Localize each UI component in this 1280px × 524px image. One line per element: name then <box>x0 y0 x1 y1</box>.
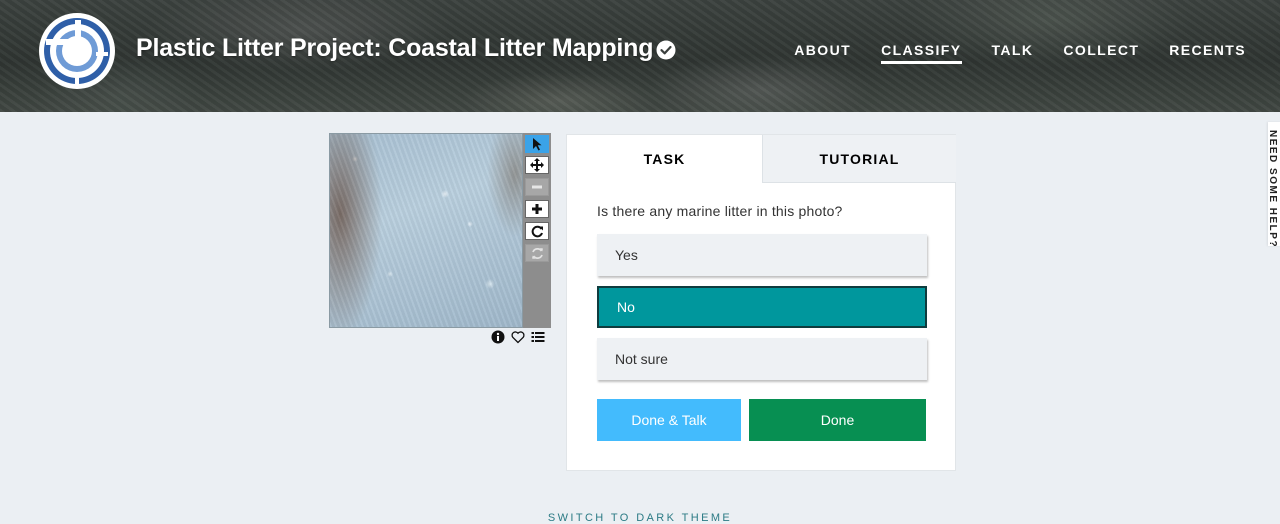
subject-image[interactable] <box>329 133 523 328</box>
info-icon[interactable] <box>491 330 505 344</box>
rotate-button[interactable] <box>525 222 549 240</box>
task-panel: TASK TUTORIAL Is there any marine litter… <box>566 134 956 471</box>
pointer-tool-button[interactable] <box>525 135 549 153</box>
zoom-in-button[interactable] <box>525 200 549 218</box>
pointer-icon <box>533 138 542 151</box>
viewer-toolbar <box>523 133 551 328</box>
rotate-icon <box>531 225 543 237</box>
nav-talk[interactable]: TALK <box>992 42 1034 64</box>
project-header: Plastic Litter Project: Coastal Litter M… <box>0 0 1280 112</box>
tab-tutorial[interactable]: TUTORIAL <box>762 135 956 183</box>
help-side-tab[interactable]: NEED SOME HELP? <box>1267 122 1280 249</box>
reset-view-button[interactable] <box>525 244 549 262</box>
answer-label: No <box>617 299 635 315</box>
project-logo-icon[interactable] <box>38 12 116 90</box>
move-tool-button[interactable] <box>525 156 549 174</box>
switch-theme-link[interactable]: SWITCH TO DARK THEME <box>0 512 1280 524</box>
check-circle-icon <box>656 40 676 60</box>
answer-yes[interactable]: Yes <box>597 234 927 276</box>
project-title[interactable]: Plastic Litter Project: Coastal Litter M… <box>136 34 653 63</box>
move-icon <box>530 158 544 172</box>
list-icon[interactable] <box>531 330 545 344</box>
nav-classify[interactable]: CLASSIFY <box>881 42 962 64</box>
nav-about[interactable]: ABOUT <box>794 42 851 64</box>
answer-label: Not sure <box>615 351 668 367</box>
done-and-talk-button[interactable]: Done & Talk <box>597 399 741 441</box>
task-question: Is there any marine litter in this photo… <box>597 203 843 219</box>
subject-meta-icons <box>491 330 545 344</box>
done-button[interactable]: Done <box>749 399 926 441</box>
zoom-in-icon <box>532 204 542 214</box>
answer-no[interactable]: No <box>597 286 927 328</box>
nav-recents[interactable]: RECENTS <box>1169 42 1246 64</box>
heart-icon[interactable] <box>511 330 525 344</box>
answer-not-sure[interactable]: Not sure <box>597 338 927 380</box>
reset-icon <box>531 247 543 259</box>
project-nav: ABOUT CLASSIFY TALK COLLECT RECENTS <box>764 42 1246 64</box>
answer-label: Yes <box>615 247 638 263</box>
help-side-tab-label: NEED SOME HELP? <box>1267 130 1278 249</box>
tab-task[interactable]: TASK <box>567 135 762 183</box>
nav-collect[interactable]: COLLECT <box>1063 42 1139 64</box>
zoom-out-button[interactable] <box>525 178 549 196</box>
zoom-out-icon <box>532 185 542 189</box>
